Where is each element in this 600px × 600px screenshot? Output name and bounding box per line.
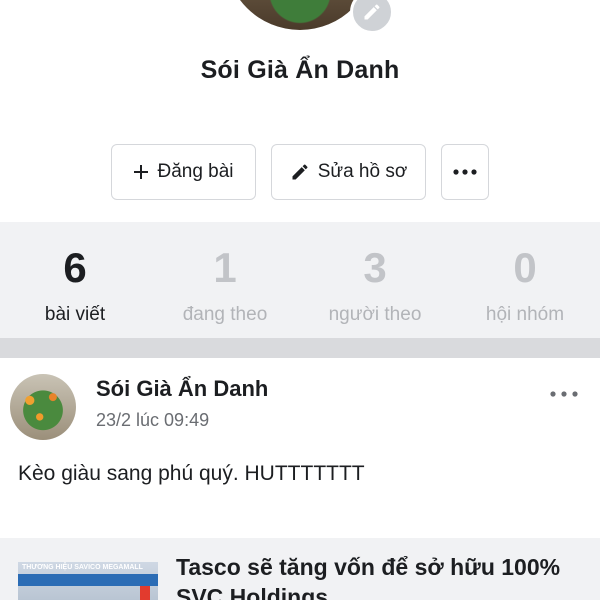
edit-profile-button[interactable]: Sửa hồ sơ	[271, 144, 426, 200]
stat-value: 6	[63, 244, 87, 291]
more-horizontal-icon	[550, 391, 578, 397]
profile-name: Sói Già Ẩn Danh	[200, 56, 400, 84]
post-author-avatar[interactable]	[10, 374, 76, 440]
stat-posts[interactable]: 6 bài viết	[0, 222, 150, 338]
profile-actions: Đăng bài Sửa hồ sơ	[0, 144, 600, 200]
stat-label: đang theo	[182, 304, 268, 325]
post-text: Kèo giàu sang phú quý. HUTTTTTTT	[18, 462, 365, 485]
thumbnail-banner-text: THƯƠNG HIỆU SAVICO MEGAMALL	[22, 564, 143, 571]
link-title[interactable]: Tasco sẽ tăng vốn để sở hữu 100% SVC Hol…	[176, 552, 586, 600]
edit-avatar-button[interactable]	[350, 0, 394, 34]
more-options-button[interactable]	[441, 144, 489, 200]
post-options-button[interactable]	[550, 384, 578, 402]
create-post-button[interactable]: Đăng bài	[111, 144, 256, 200]
post-timestamp[interactable]: 23/2 lúc 09:49	[96, 410, 209, 431]
profile-stats: 6 bài viết 1 đang theo 3 người theo 0 hộ…	[0, 222, 600, 338]
edit-profile-label: Sửa hồ sơ	[317, 161, 408, 182]
post-card: Sói Già Ẩn Danh 23/2 lúc 09:49 Kèo giàu …	[0, 358, 600, 528]
section-divider	[0, 338, 600, 358]
pencil-icon	[364, 4, 380, 20]
more-horizontal-icon	[453, 169, 477, 175]
stat-label: người theo	[328, 304, 422, 325]
thumbnail-logo	[140, 586, 150, 600]
shared-link-card[interactable]: THƯƠNG HIỆU SAVICO MEGAMALL Tasco sẽ tăn…	[0, 538, 600, 600]
stat-following[interactable]: 1 đang theo	[150, 222, 300, 338]
link-thumbnail: THƯƠNG HIỆU SAVICO MEGAMALL	[18, 562, 158, 600]
stat-groups[interactable]: 0 hội nhóm	[450, 222, 600, 338]
stat-label: hội nhóm	[485, 304, 565, 325]
stat-followers[interactable]: 3 người theo	[300, 222, 450, 338]
stat-label: bài viết	[44, 304, 106, 325]
thumbnail-banner	[18, 574, 158, 586]
pencil-icon	[292, 164, 308, 180]
post-author-name[interactable]: Sói Già Ẩn Danh	[96, 376, 268, 402]
plus-icon	[134, 165, 149, 179]
stat-value: 0	[513, 244, 537, 291]
create-post-label: Đăng bài	[157, 161, 234, 182]
stat-value: 1	[213, 244, 237, 291]
stat-value: 3	[363, 244, 387, 291]
